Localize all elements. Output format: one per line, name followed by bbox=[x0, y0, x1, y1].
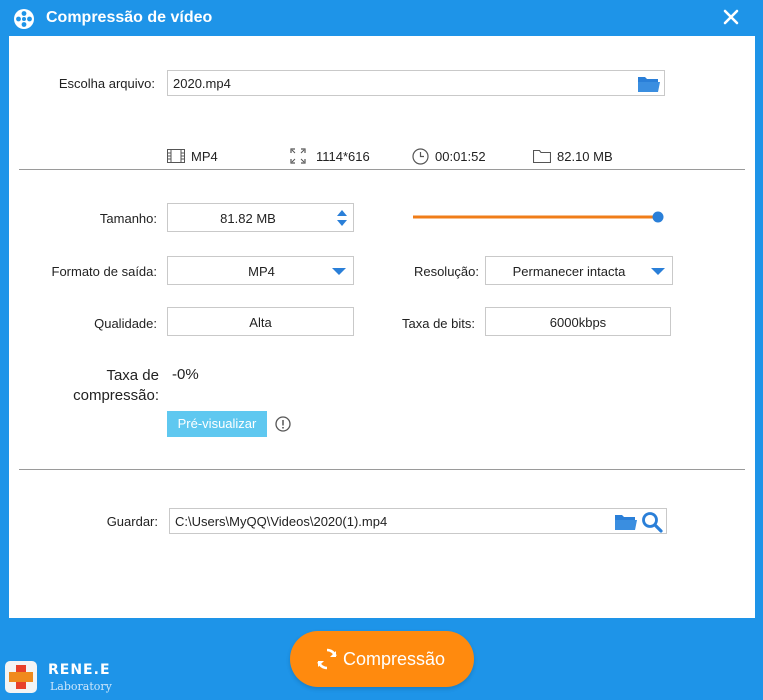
save-label: Guardar: bbox=[106, 514, 158, 529]
expand-icon bbox=[290, 148, 306, 164]
size-slider[interactable] bbox=[411, 209, 669, 225]
file-format-info: MP4 bbox=[167, 148, 218, 164]
resolution-value: Permanecer intacta bbox=[512, 264, 626, 279]
output-format-value: MP4 bbox=[248, 264, 275, 279]
bitrate-label: Taxa de bits: bbox=[402, 316, 475, 331]
chevron-down-icon bbox=[651, 268, 665, 275]
quality-field[interactable]: Alta bbox=[167, 307, 354, 336]
save-path-value: C:\Users\MyQQ\Videos\2020(1).mp4 bbox=[175, 514, 388, 529]
file-duration-value: 00:01:52 bbox=[435, 148, 486, 164]
close-icon[interactable] bbox=[720, 6, 742, 28]
output-format-label: Formato de saída: bbox=[51, 264, 158, 279]
open-folder-icon[interactable] bbox=[614, 512, 638, 531]
brand-subtitle: Laboratory bbox=[50, 680, 112, 693]
save-path-field[interactable]: C:\Users\MyQQ\Videos\2020(1).mp4 bbox=[169, 508, 667, 534]
window-title: Compressão de vídeo bbox=[46, 9, 213, 26]
main-panel: Escolha arquivo: 2020.mp4 MP4 1114*616 0… bbox=[9, 36, 755, 618]
resolution-label: Resolução: bbox=[413, 264, 479, 279]
brand-logo: RENE.E Laboratory bbox=[4, 658, 124, 698]
quality-value: Alta bbox=[249, 315, 272, 330]
file-path-value: 2020.mp4 bbox=[173, 76, 231, 91]
file-duration-info: 00:01:52 bbox=[412, 147, 486, 165]
size-value: 81.82 MB bbox=[220, 211, 276, 226]
divider-bottom bbox=[19, 469, 745, 470]
size-label: Tamanho: bbox=[99, 211, 157, 226]
file-resolution-value: 1114*616 bbox=[316, 148, 370, 164]
stepper-arrows-icon[interactable] bbox=[336, 208, 348, 228]
choose-file-label: Escolha arquivo: bbox=[58, 76, 155, 91]
output-format-select[interactable]: MP4 bbox=[167, 256, 354, 285]
file-resolution-info: 1114*616 bbox=[290, 148, 370, 164]
compress-button-label: Compressão bbox=[343, 649, 446, 669]
bitrate-field[interactable]: 6000kbps bbox=[485, 307, 671, 336]
open-folder-icon[interactable] bbox=[637, 74, 661, 93]
search-icon[interactable] bbox=[641, 511, 663, 533]
clock-icon bbox=[412, 147, 429, 165]
medical-cross-logo-icon bbox=[5, 661, 37, 693]
file-path-field[interactable]: 2020.mp4 bbox=[167, 70, 665, 96]
compression-rate-value: -0% bbox=[172, 366, 199, 383]
quality-label: Qualidade: bbox=[94, 316, 157, 331]
divider-top bbox=[19, 169, 745, 170]
info-icon[interactable] bbox=[275, 416, 291, 432]
compress-button[interactable]: Compressão bbox=[290, 631, 474, 687]
refresh-icon bbox=[317, 648, 337, 670]
folder-icon bbox=[533, 149, 551, 163]
file-size-info: 82.10 MB bbox=[533, 148, 613, 164]
resolution-select[interactable]: Permanecer intacta bbox=[485, 256, 673, 285]
bitrate-value: 6000kbps bbox=[549, 315, 607, 330]
file-size-value: 82.10 MB bbox=[557, 148, 613, 164]
compression-rate-label: Taxa de compressão: bbox=[73, 367, 159, 404]
title-bar: Compressão de vídeo bbox=[0, 0, 763, 36]
size-stepper[interactable]: 81.82 MB bbox=[167, 203, 354, 232]
preview-button[interactable]: Pré-visualizar bbox=[167, 411, 267, 437]
film-strip-icon bbox=[167, 149, 185, 163]
film-reel-icon bbox=[14, 9, 34, 29]
file-format-value: MP4 bbox=[191, 148, 218, 164]
brand-name: RENE.E bbox=[48, 662, 111, 678]
chevron-down-icon bbox=[332, 268, 346, 275]
